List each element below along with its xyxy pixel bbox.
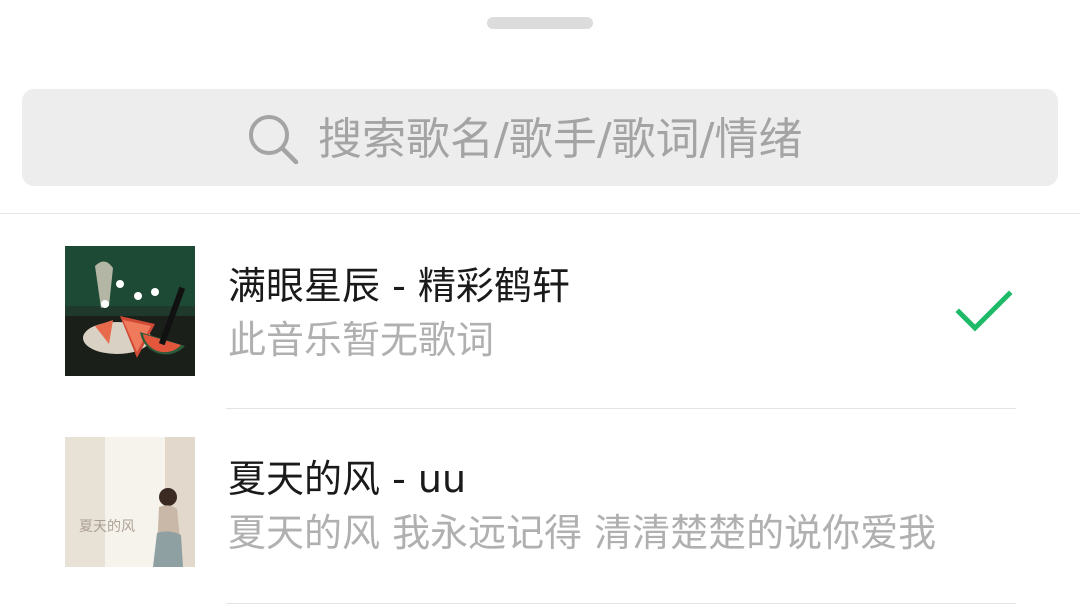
check-icon	[955, 290, 1013, 332]
song-title: 满眼星辰 - 精彩鹤轩	[228, 264, 570, 308]
search-icon	[249, 115, 299, 165]
sheet-drag-handle[interactable]	[487, 17, 593, 29]
album-cover	[65, 246, 195, 376]
song-lyric: 此音乐暂无歌词	[228, 318, 495, 362]
song-title: 夏天的风 - uu	[228, 457, 467, 501]
song-row[interactable]: 满眼星辰 - 精彩鹤轩 此音乐暂无歌词	[0, 214, 1080, 410]
album-cover: 夏天的风	[65, 437, 195, 567]
song-row[interactable]: 夏天的风 夏天的风 - uu 夏天的风 我永远记得 清清楚楚的说你爱我	[0, 410, 1080, 606]
song-lyric: 夏天的风 我永远记得 清清楚楚的说你爱我	[228, 511, 937, 555]
divider	[226, 408, 1016, 409]
search-input[interactable]: 搜索歌名/歌手/歌词/情绪	[318, 110, 802, 170]
divider	[226, 603, 1016, 604]
svg-text:夏天的风: 夏天的风	[79, 519, 135, 535]
music-picker-sheet: 搜索歌名/歌手/歌词/情绪 满眼星辰 - 精彩鹤轩 此音乐暂无歌词 夏天的风 夏…	[0, 0, 1080, 608]
